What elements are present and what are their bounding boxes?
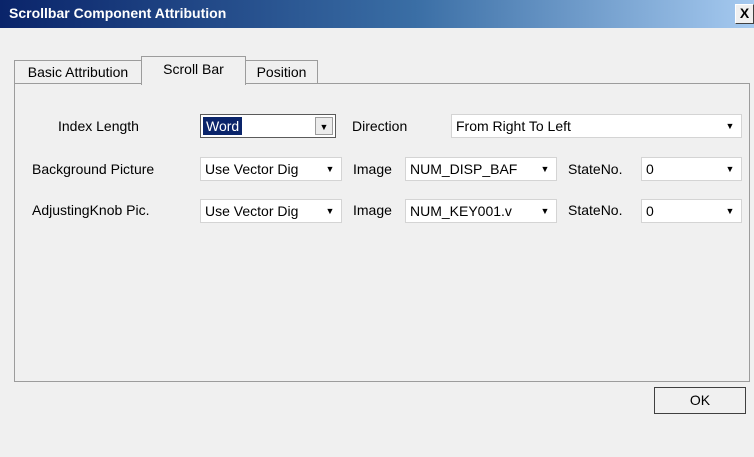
tab-position[interactable]: Position [245,60,318,83]
background-image-value: NUM_DISP_BAF [410,161,518,177]
knob-image-select[interactable]: NUM_KEY001.v ▼ [405,199,557,223]
background-state-value: 0 [646,161,654,177]
close-button[interactable]: X [735,4,754,24]
tab-basic-attribution[interactable]: Basic Attribution [14,60,142,83]
scroll-bar-panel: Index Length Word ▼ Direction From Right… [14,83,750,382]
knob-state-value: 0 [646,203,654,219]
chevron-down-icon[interactable]: ▼ [721,202,739,220]
direction-select[interactable]: From Right To Left ▼ [451,114,742,138]
knob-state-select[interactable]: 0 ▼ [641,199,742,223]
background-state-select[interactable]: 0 ▼ [641,157,742,181]
scrollbar-attribution-dialog: Scrollbar Component Attribution X Basic … [0,0,754,457]
knob-state-label: StateNo. [568,202,623,218]
title-bar[interactable]: Scrollbar Component Attribution X [0,0,754,28]
chevron-down-icon[interactable]: ▼ [321,202,339,220]
chevron-down-icon[interactable]: ▼ [721,160,739,178]
knob-picture-value: Use Vector Dig [205,203,299,219]
chevron-down-icon[interactable]: ▼ [315,117,333,135]
background-picture-label: Background Picture [32,161,155,177]
chevron-down-icon[interactable]: ▼ [536,160,554,178]
background-picture-select[interactable]: Use Vector Dig ▼ [200,157,342,181]
knob-picture-select[interactable]: Use Vector Dig ▼ [200,199,342,223]
knob-image-value: NUM_KEY001.v [410,203,512,219]
adjusting-knob-label: AdjustingKnob Pic. [32,202,150,218]
chevron-down-icon[interactable]: ▼ [536,202,554,220]
window-title: Scrollbar Component Attribution [9,5,227,21]
direction-label: Direction [352,118,408,134]
background-image-label: Image [353,161,392,177]
index-length-select[interactable]: Word ▼ [200,114,336,138]
tab-scroll-bar[interactable]: Scroll Bar [141,56,246,85]
index-length-label: Index Length [58,118,139,134]
background-picture-value: Use Vector Dig [205,161,299,177]
direction-value: From Right To Left [456,118,571,134]
background-state-label: StateNo. [568,161,623,177]
ok-button[interactable]: OK [654,387,746,414]
chevron-down-icon[interactable]: ▼ [321,160,339,178]
index-length-value: Word [203,117,243,135]
chevron-down-icon[interactable]: ▼ [721,117,739,135]
knob-image-label: Image [353,202,392,218]
background-image-select[interactable]: NUM_DISP_BAF ▼ [405,157,557,181]
